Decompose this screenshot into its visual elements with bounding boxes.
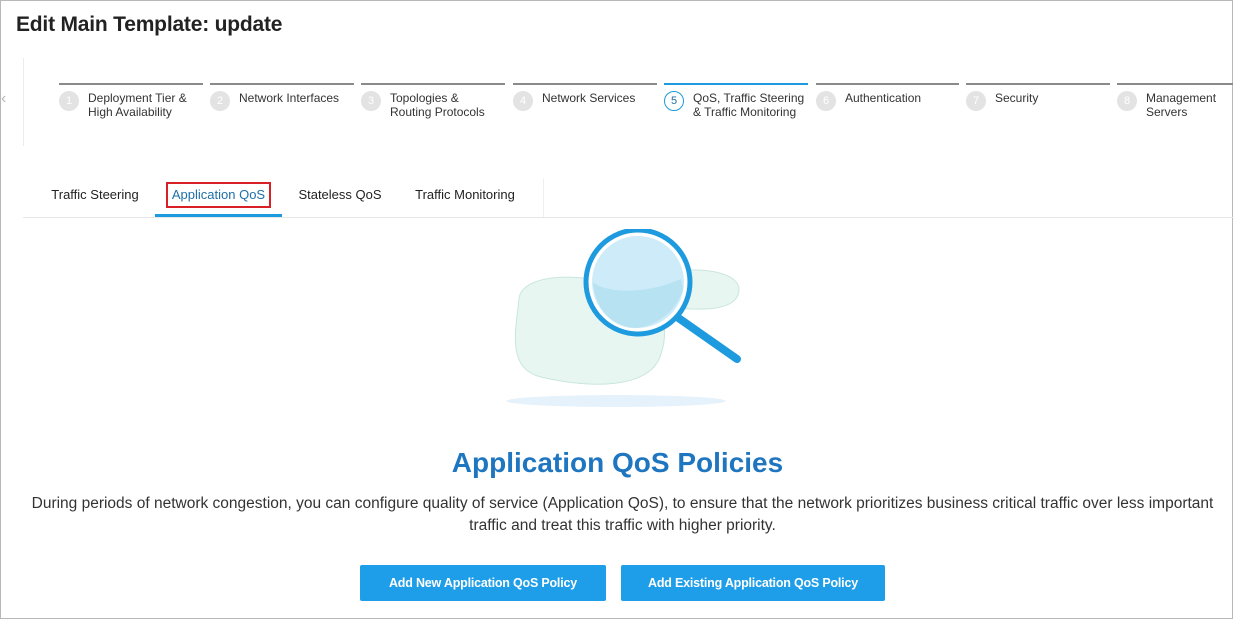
tab-application-qos[interactable]: Application QoS [155, 179, 282, 217]
step-number-badge: 4 [513, 91, 533, 111]
step-number-badge: 7 [966, 91, 986, 111]
tab-stateless-qos[interactable]: Stateless QoS [293, 179, 387, 217]
tab-label: Stateless QoS [298, 187, 382, 202]
step-qos-traffic[interactable]: 5 QoS, Traffic Steering & Traffic Monito… [664, 83, 808, 143]
step-number-badge: 6 [816, 91, 836, 111]
tab-traffic-steering[interactable]: Traffic Steering [45, 179, 145, 217]
step-topologies[interactable]: 3 Topologies & Routing Protocols [361, 83, 505, 143]
step-progress-line [210, 83, 354, 85]
step-number-badge: 1 [59, 91, 79, 111]
add-new-qos-policy-button[interactable]: Add New Application QoS Policy [360, 565, 606, 601]
step-number-badge: 8 [1117, 91, 1137, 111]
step-progress-line [664, 83, 808, 85]
step-label: Network Interfaces [239, 91, 340, 105]
template-editor-window: Edit Main Template: update ‹ 1 Deploymen… [0, 0, 1233, 619]
tab-traffic-monitoring[interactable]: Traffic Monitoring [407, 179, 523, 217]
step-number-badge: 2 [210, 91, 230, 111]
step-number-badge: 5 [664, 91, 684, 111]
step-label: Topologies & Routing Protocols [390, 91, 485, 119]
tab-bar-divider [543, 179, 544, 217]
step-label: QoS, Traffic Steering & Traffic Monitori… [693, 91, 805, 119]
magnifier-icon [506, 229, 741, 407]
empty-state-heading: Application QoS Policies [451, 447, 784, 478]
stepper-scroll-left-icon[interactable]: ‹ [1, 91, 11, 107]
step-label: Deployment Tier & High Availability [88, 91, 187, 119]
stepper-divider [23, 58, 24, 146]
step-progress-line [816, 83, 959, 85]
step-label: Management Servers [1146, 91, 1217, 119]
add-existing-qos-policy-button[interactable]: Add Existing Application QoS Policy [621, 565, 885, 601]
sub-tab-bar: Traffic Steering Application QoS Statele… [23, 179, 1233, 218]
step-progress-line [59, 83, 203, 85]
tab-label: Application QoS [165, 182, 272, 208]
step-progress-line [361, 83, 505, 85]
step-network-services[interactable]: 4 Network Services [513, 83, 657, 143]
step-progress-line [966, 83, 1110, 85]
step-management-servers[interactable]: 8 Management Servers [1117, 83, 1233, 143]
step-authentication[interactable]: 6 Authentication [816, 83, 959, 143]
step-security[interactable]: 7 Security [966, 83, 1110, 143]
step-deployment-tier[interactable]: 1 Deployment Tier & High Availability [59, 83, 203, 143]
step-number-badge: 3 [361, 91, 381, 111]
step-label: Network Services [542, 91, 636, 105]
step-progress-line [1117, 83, 1233, 85]
step-network-interfaces[interactable]: 2 Network Interfaces [210, 83, 354, 143]
tab-label: Traffic Steering [51, 187, 139, 202]
tab-label: Traffic Monitoring [415, 187, 515, 202]
step-label: Authentication [845, 91, 922, 105]
step-progress-line [513, 83, 657, 85]
step-label: Security [995, 91, 1039, 105]
empty-state-description: During periods of network congestion, yo… [31, 495, 1214, 534]
page-title: Edit Main Template: update [16, 13, 283, 36]
